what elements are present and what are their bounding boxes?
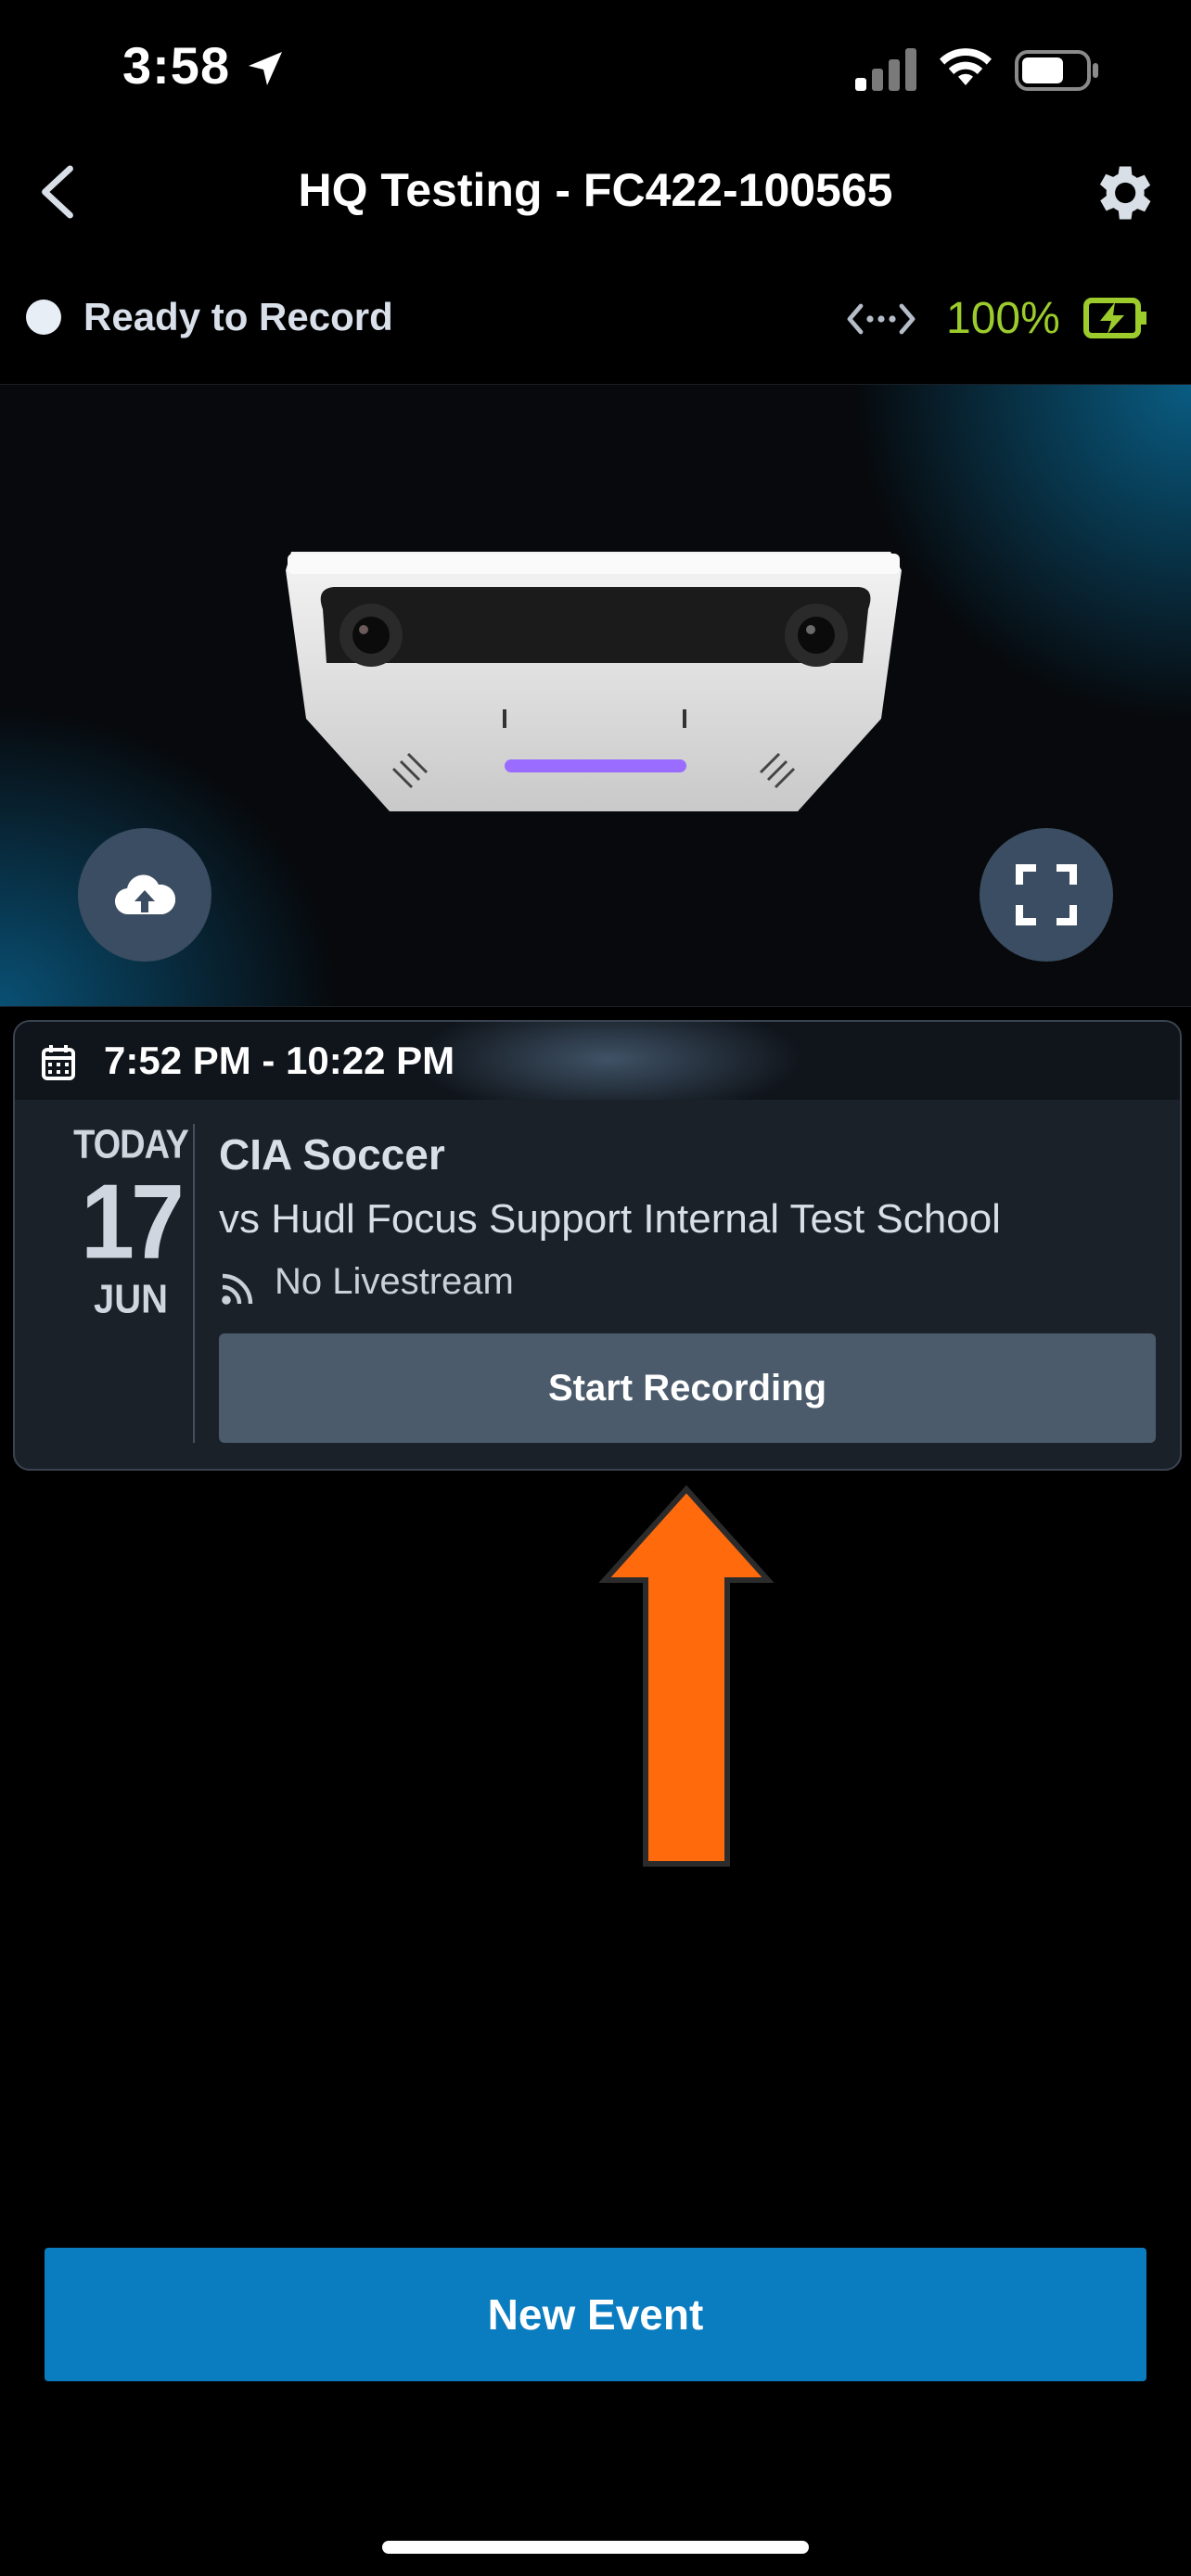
signal-icon <box>855 48 916 91</box>
fullscreen-icon <box>1016 864 1077 925</box>
livestream-status: No Livestream <box>275 1261 514 1302</box>
recording-status: Ready to Record <box>83 295 393 338</box>
cloud-upload-icon <box>114 874 175 915</box>
start-recording-button[interactable]: Start Recording <box>219 1333 1156 1443</box>
gear-icon[interactable] <box>1087 158 1158 228</box>
camera-image <box>286 552 902 811</box>
event-date: TODAY 17 JUN <box>52 1122 210 1322</box>
wifi-icon <box>940 48 992 85</box>
battery-icon <box>1015 50 1098 91</box>
charging-icon <box>1083 298 1146 338</box>
home-indicator[interactable] <box>382 2541 809 2554</box>
fullscreen-button[interactable] <box>980 828 1113 962</box>
date-label: TODAY <box>73 1122 189 1168</box>
event-card: 7:52 PM - 10:22 PM TODAY 17 JUN CIA Socc… <box>13 1020 1182 1471</box>
calendar-icon <box>42 1045 75 1080</box>
upload-button[interactable] <box>78 828 211 962</box>
status-time: 3:58 <box>122 36 231 95</box>
date-day: 17 <box>81 1163 185 1282</box>
date-month: JUN <box>93 1276 169 1322</box>
battery-percent: 100% <box>946 294 1060 343</box>
date-divider <box>193 1124 195 1443</box>
page-title: HQ Testing - FC422-100565 <box>298 164 893 216</box>
rss-icon <box>222 1273 253 1305</box>
camera-preview <box>0 384 1191 1007</box>
status-indicator-dot <box>26 300 61 335</box>
event-title: CIA Soccer <box>219 1130 445 1179</box>
event-opponent: vs Hudl Focus Support Internal Test Scho… <box>219 1196 1001 1242</box>
arrow-annotation <box>598 1485 775 1867</box>
connection-icon <box>847 303 916 335</box>
event-time-header: 7:52 PM - 10:22 PM <box>15 1022 1180 1100</box>
new-event-button[interactable]: New Event <box>45 2248 1146 2381</box>
event-time-range: 7:52 PM - 10:22 PM <box>104 1039 455 1082</box>
location-arrow-icon <box>249 52 282 85</box>
